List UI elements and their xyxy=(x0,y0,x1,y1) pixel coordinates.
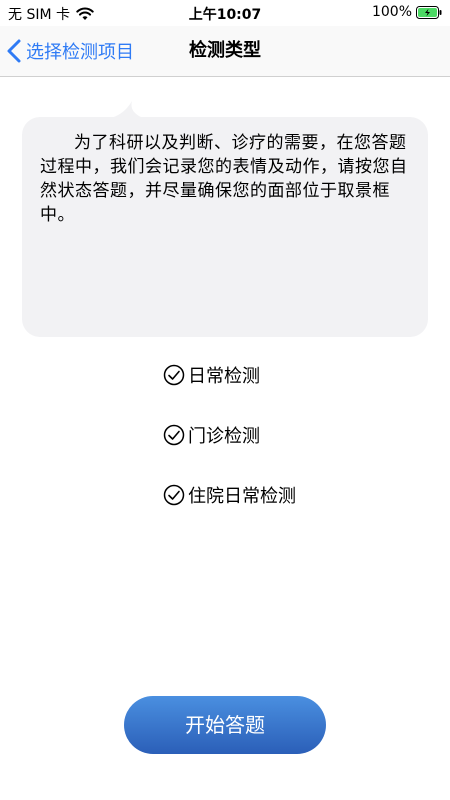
notice-text: 为了科研以及判断、诊疗的需要，在您答题过程中，我们会记录您的表情及动作，请按您自… xyxy=(40,133,408,225)
screen: 无 SIM 卡 上午10:07 100% 选择检测项目 检测类型 为了科研以及判… xyxy=(0,0,450,800)
status-bar: 无 SIM 卡 上午10:07 100% xyxy=(0,0,450,26)
status-right: 100% xyxy=(372,4,442,20)
navigation-bar: 选择检测项目 检测类型 xyxy=(0,26,450,77)
page-title-text: 检测类型 xyxy=(189,40,261,61)
notice-bubble: 为了科研以及判断、诊疗的需要，在您答题过程中，我们会记录您的表情及动作，请按您自… xyxy=(22,101,428,337)
start-answering-button[interactable]: 开始答题 xyxy=(124,696,326,754)
option-label: 住院日常检测 xyxy=(188,486,296,507)
option-label: 门诊检测 xyxy=(188,426,260,447)
option-inpatient-daily-check[interactable]: 住院日常检测 xyxy=(163,480,296,510)
chevron-left-icon xyxy=(6,38,22,64)
check-circle-icon xyxy=(163,364,185,386)
check-circle-icon xyxy=(163,424,185,446)
option-label: 日常检测 xyxy=(188,366,260,387)
battery-icon xyxy=(416,5,442,19)
option-outpatient-check[interactable]: 门诊检测 xyxy=(163,420,260,450)
back-label: 选择检测项目 xyxy=(26,42,134,63)
option-daily-check[interactable]: 日常检测 xyxy=(163,360,260,390)
bubble-tail xyxy=(106,101,146,119)
battery-percent: 100% xyxy=(371,4,412,20)
check-circle-icon xyxy=(163,484,185,506)
back-button[interactable]: 选择检测项目 xyxy=(6,26,134,76)
